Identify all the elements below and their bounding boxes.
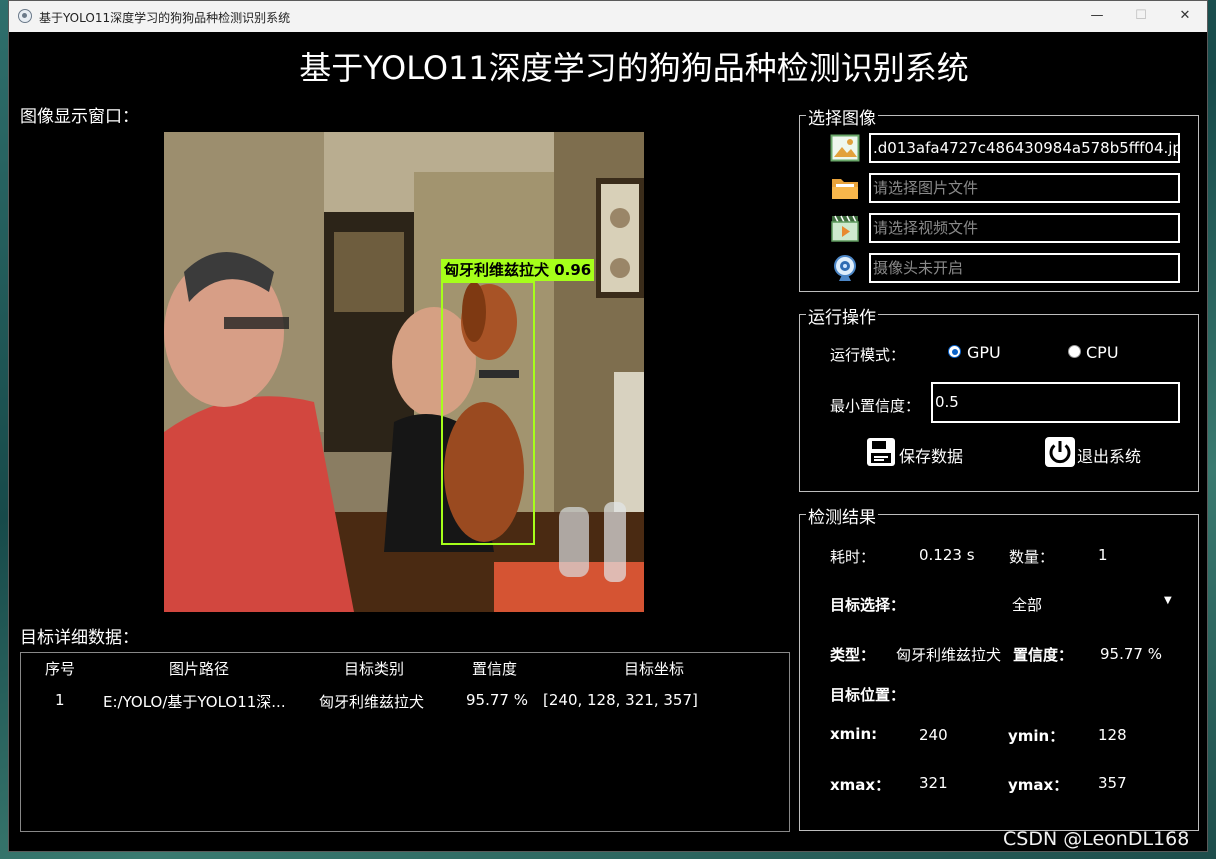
cpu-label[interactable]: CPU — [1086, 343, 1119, 362]
gpu-label[interactable]: GPU — [967, 343, 1001, 362]
camera-field[interactable]: 摄像头未开启 — [869, 253, 1180, 283]
save-icon[interactable] — [866, 437, 896, 467]
table-header-index: 序号 — [45, 660, 76, 678]
exit-label[interactable]: 退出系统 — [1077, 443, 1141, 467]
close-button[interactable]: ✕ — [1163, 1, 1207, 32]
run-mode-label: 运行模式： — [830, 346, 906, 364]
app-icon — [18, 9, 32, 23]
count-value: 1 — [1098, 546, 1108, 564]
select-image-group: 选择图像 .d013afa4727c486430984a578b5fff04.j… — [799, 104, 1199, 292]
image-folder-field[interactable]: 请选择图片文件 — [869, 173, 1180, 203]
photo-scene — [164, 132, 644, 612]
video-file-field[interactable]: 请选择视频文件 — [869, 213, 1180, 243]
table-header-class: 目标类别 — [344, 660, 405, 678]
xmin-value: 240 — [919, 726, 948, 744]
select-image-title: 选择图像 — [806, 104, 878, 129]
save-data-label[interactable]: 保存数据 — [899, 443, 963, 467]
app-title: 基于YOLO11深度学习的狗狗品种检测识别系统 — [299, 49, 969, 87]
ymin-value: 128 — [1098, 726, 1127, 744]
ymin-label: ymin： — [1008, 727, 1065, 745]
image-display — [164, 132, 644, 612]
table-cell-coords: [240, 128, 321, 357] — [543, 691, 698, 709]
min-confidence-label: 最小置信度： — [830, 397, 921, 415]
results-group: 检测结果 耗时： 0.123 s 数量： 1 目标选择： 全部 ▼ 类型： 匈牙… — [799, 503, 1199, 831]
confidence-value: 95.77 % — [1100, 645, 1162, 663]
window-title: 基于YOLO11深度学习的狗狗品种检测识别系统 — [39, 11, 291, 25]
folder-icon[interactable] — [830, 173, 860, 203]
run-ops-group: 运行操作 运行模式： GPU CPU 最小置信度： 0.5 保存数据 退出系统 — [799, 303, 1199, 492]
run-ops-title: 运行操作 — [806, 303, 878, 328]
watermark: CSDN @LeonDL168 — [1003, 828, 1190, 850]
results-title: 检测结果 — [806, 503, 878, 528]
chevron-down-icon[interactable]: ▼ — [1164, 595, 1172, 606]
image-panel-label: 图像显示窗口： — [20, 107, 139, 127]
time-label: 耗时： — [830, 548, 876, 566]
table-header-coords: 目标坐标 — [624, 660, 685, 678]
video-icon[interactable] — [830, 213, 860, 243]
title-bar: 基于YOLO11深度学习的狗狗品种检测识别系统 — ☐ ✕ — [9, 1, 1207, 32]
image-icon[interactable] — [830, 133, 860, 163]
table-cell-confidence: 95.77 % — [466, 691, 528, 709]
ymax-label: ymax： — [1008, 776, 1069, 794]
xmax-value: 321 — [919, 774, 948, 792]
target-select-label: 目标选择： — [830, 596, 906, 614]
position-label: 目标位置： — [830, 686, 906, 704]
table-label: 目标详细数据： — [20, 628, 139, 648]
count-label: 数量： — [1009, 548, 1055, 566]
table-header-path: 图片路径 — [169, 660, 230, 678]
gpu-radio-dot[interactable] — [948, 345, 961, 358]
table-cell-index: 1 — [55, 691, 65, 709]
app-window: 基于YOLO11深度学习的狗狗品种检测识别系统 — ☐ ✕ 基于YOLO11深度… — [8, 0, 1208, 852]
xmin-label: xmin: — [830, 725, 878, 743]
detection-box — [441, 281, 535, 545]
table-header-confidence: 置信度 — [472, 660, 518, 678]
type-label: 类型： — [830, 646, 876, 664]
cpu-radio-dot[interactable] — [1068, 345, 1081, 358]
type-value: 匈牙利维兹拉犬 — [896, 646, 1002, 664]
table-cell-path: E:/YOLO/基于YOLO11深... — [103, 693, 286, 711]
minimize-button[interactable]: — — [1075, 1, 1119, 32]
table-cell-class: 匈牙利维兹拉犬 — [319, 693, 425, 711]
camera-icon[interactable] — [830, 253, 860, 283]
min-confidence-input[interactable]: 0.5 — [931, 382, 1180, 423]
maximize-button[interactable]: ☐ — [1119, 1, 1163, 32]
results-table[interactable]: 序号 图片路径 目标类别 置信度 目标坐标 1 E:/YOLO/基于YOLO11… — [20, 652, 790, 832]
ymax-value: 357 — [1098, 774, 1127, 792]
time-value: 0.123 s — [919, 546, 975, 564]
image-file-field[interactable]: .d013afa4727c486430984a578b5fff04.jpg — [869, 133, 1180, 163]
power-icon[interactable] — [1045, 437, 1075, 467]
detection-label: 匈牙利维兹拉犬 0.96 — [441, 259, 595, 281]
target-select-value[interactable]: 全部 — [1012, 594, 1042, 615]
xmax-label: xmax： — [830, 776, 891, 794]
confidence-label: 置信度： — [1013, 646, 1074, 664]
